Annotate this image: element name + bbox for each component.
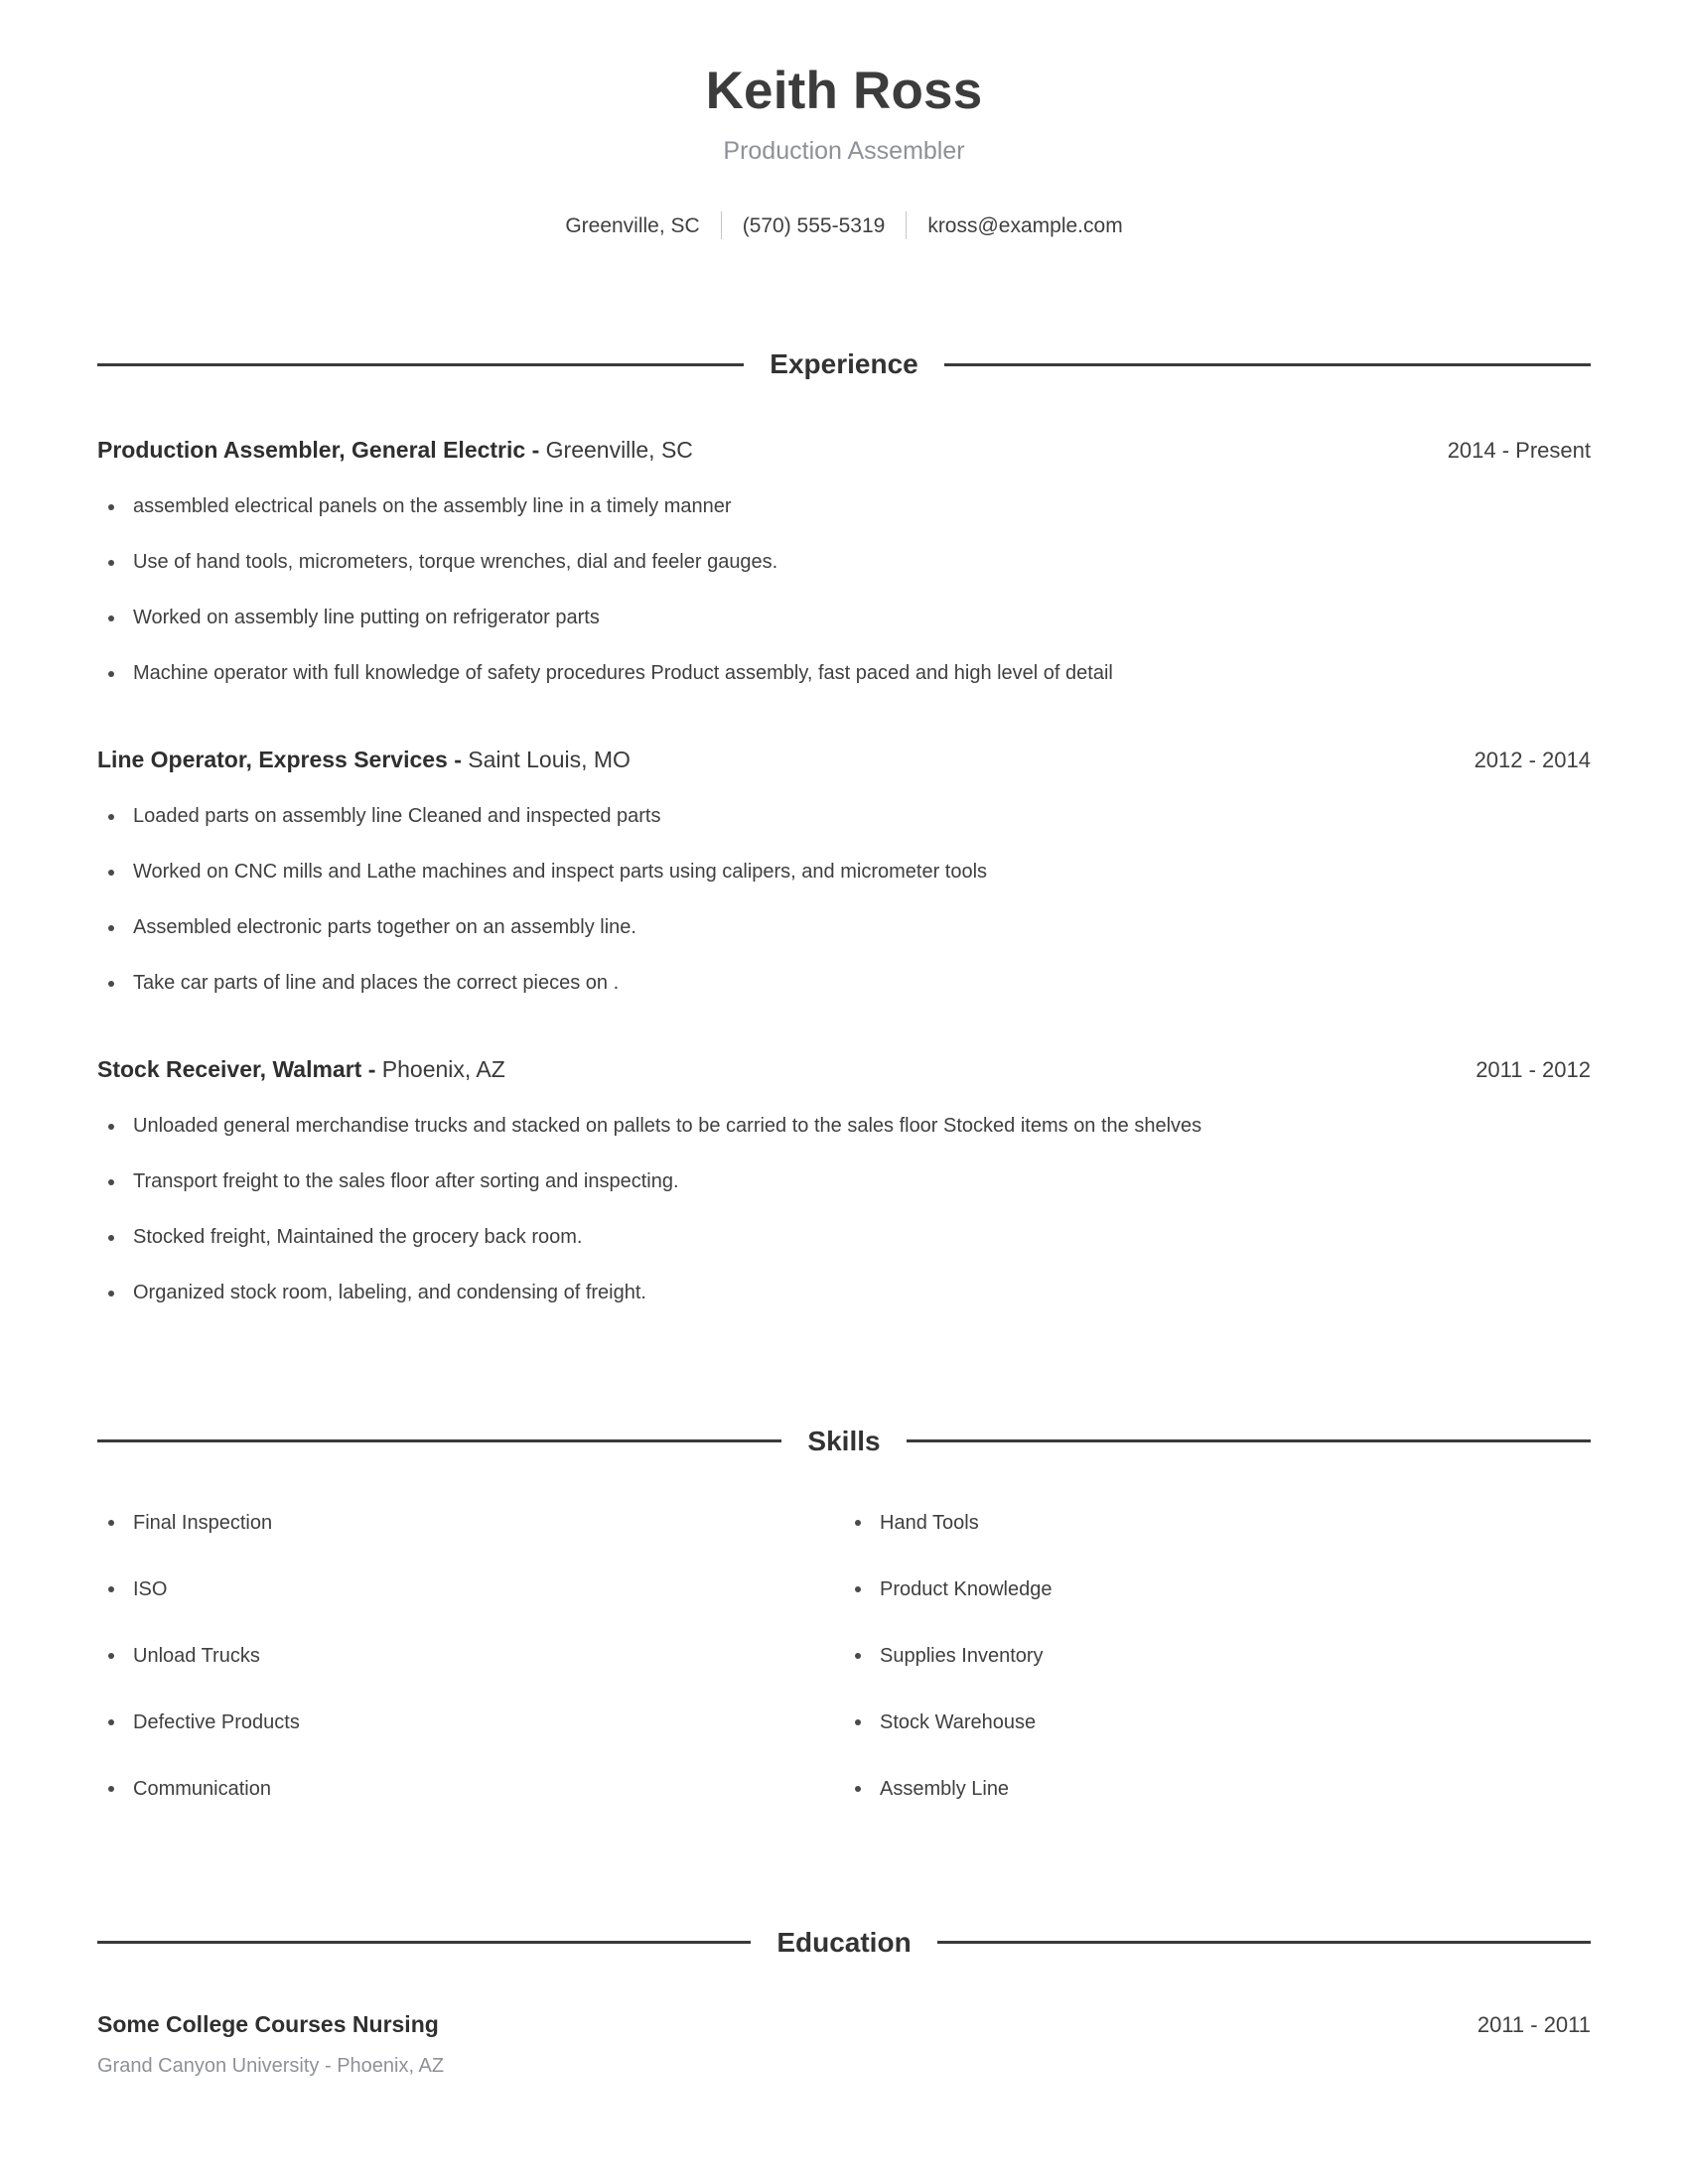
experience-bullet-list: assembled electrical panels on the assem…: [97, 493, 1591, 687]
list-item: Stocked freight, Maintained the grocery …: [97, 1224, 1591, 1251]
experience-location: Saint Louis, MO: [468, 747, 631, 773]
list-item: Assembled electronic parts together on a…: [97, 914, 1591, 941]
contact-location: Greenville, SC: [565, 213, 700, 237]
experience-role-company: Stock Receiver, Walmart -: [97, 1055, 376, 1082]
section-rule-left: [97, 362, 745, 366]
section-header-skills: Skills: [97, 1425, 1592, 1456]
list-item: Use of hand tools, micrometers, torque w…: [97, 549, 1591, 576]
list-item: Supplies Inventory: [844, 1643, 1571, 1669]
list-item: assembled electrical panels on the assem…: [97, 493, 1591, 520]
resume-page: Keith Ross Production Assembler Greenvil…: [0, 0, 1688, 2184]
section-skills: Skills Final Inspection ISO Unload Truck…: [97, 1425, 1592, 1802]
list-item: Worked on assembly line putting on refri…: [97, 605, 1591, 631]
contact-phone[interactable]: (570) 555-5319: [743, 213, 886, 238]
list-item: Loaded parts on assembly line Cleaned an…: [97, 803, 1591, 830]
list-item: Stock Warehouse: [844, 1709, 1571, 1735]
candidate-job-title: Production Assembler: [723, 137, 965, 166]
skills-list-right: Hand Tools Product Knowledge Supplies In…: [844, 1510, 1571, 1802]
education-entry-header: Some College Courses Nursing 2011 - 2011: [97, 2010, 1591, 2039]
list-item: Assembly Line: [844, 1776, 1571, 1802]
skills-column-right: Hand Tools Product Knowledge Supplies In…: [844, 1469, 1591, 1802]
experience-entry-header: Production Assembler, General Electric -…: [97, 436, 1591, 465]
section-experience: Experience Production Assembler, General…: [97, 348, 1592, 1306]
experience-date: 2014 - Present: [1447, 438, 1591, 464]
experience-role-company: Production Assembler, General Electric -: [97, 437, 540, 464]
contact-email[interactable]: kross@example.com: [927, 213, 1122, 238]
section-title-education: Education: [776, 1926, 912, 1958]
section-title-skills: Skills: [807, 1425, 881, 1456]
experience-entry: Stock Receiver, Walmart - Phoenix, AZ 20…: [97, 1055, 1591, 1306]
contact-bar: Greenville, SC (570) 555-5319 kross@exam…: [97, 211, 1591, 240]
list-item: Machine operator with full knowledge of …: [97, 660, 1591, 687]
contact-divider-icon: [720, 211, 722, 240]
education-degree: Some College Courses Nursing: [97, 2010, 439, 2037]
experience-date: 2011 - 2012: [1476, 1056, 1591, 1082]
resume-header: Keith Ross Production Assembler Greenvil…: [97, 0, 1591, 240]
section-education: Education Some College Courses Nursing 2…: [97, 1926, 1591, 2080]
section-header-experience: Experience: [97, 348, 1592, 380]
section-rule-left: [97, 1439, 782, 1443]
list-item: Unload Trucks: [97, 1643, 824, 1669]
list-item: Product Knowledge: [844, 1576, 1571, 1602]
experience-location: Phoenix, AZ: [381, 1055, 505, 1082]
experience-entry-header: Line Operator, Express Services - Saint …: [97, 746, 1591, 774]
experience-entry-title: Stock Receiver, Walmart - Phoenix, AZ: [97, 1055, 505, 1084]
experience-bullet-list: Loaded parts on assembly line Cleaned an…: [97, 803, 1591, 997]
section-title-experience: Experience: [770, 348, 918, 380]
education-entry: Some College Courses Nursing 2011 - 2011…: [97, 2010, 1591, 2080]
list-item: Take car parts of line and places the co…: [97, 970, 1591, 997]
experience-location: Greenville, SC: [545, 437, 693, 464]
list-item: ISO: [97, 1576, 824, 1602]
list-item: Final Inspection: [97, 1510, 824, 1536]
experience-entry-header: Stock Receiver, Walmart - Phoenix, AZ 20…: [97, 1055, 1591, 1084]
list-item: Transport freight to the sales floor aft…: [97, 1168, 1591, 1195]
skills-grid: Final Inspection ISO Unload Trucks Defec…: [97, 1469, 1591, 1802]
experience-entry: Line Operator, Express Services - Saint …: [97, 746, 1591, 997]
experience-date: 2012 - 2014: [1474, 748, 1591, 773]
contact-divider-icon: [906, 211, 908, 240]
skills-list-left: Final Inspection ISO Unload Trucks Defec…: [97, 1510, 824, 1802]
section-rule-right: [943, 362, 1592, 366]
education-date: 2011 - 2011: [1477, 2011, 1591, 2037]
list-item: Communication: [97, 1776, 824, 1802]
section-rule-left: [97, 1941, 752, 1945]
list-item: Defective Products: [97, 1709, 824, 1735]
candidate-name: Keith Ross: [705, 62, 983, 120]
experience-entry-title: Line Operator, Express Services - Saint …: [97, 746, 631, 774]
experience-role-company: Line Operator, Express Services -: [97, 747, 462, 773]
list-item: Worked on CNC mills and Lathe machines a…: [97, 859, 1591, 886]
list-item: Organized stock room, labeling, and cond…: [97, 1280, 1591, 1306]
list-item: Hand Tools: [844, 1510, 1571, 1536]
experience-bullet-list: Unloaded general merchandise trucks and …: [97, 1113, 1591, 1306]
skills-column-left: Final Inspection ISO Unload Trucks Defec…: [97, 1469, 844, 1802]
experience-entry-title: Production Assembler, General Electric -…: [97, 436, 693, 465]
section-rule-right: [936, 1941, 1591, 1945]
section-header-education: Education: [97, 1926, 1591, 1958]
education-school: Grand Canyon University - Phoenix, AZ: [97, 2055, 445, 2078]
section-rule-right: [906, 1439, 1592, 1443]
experience-entry: Production Assembler, General Electric -…: [97, 436, 1591, 687]
list-item: Unloaded general merchandise trucks and …: [97, 1113, 1591, 1140]
